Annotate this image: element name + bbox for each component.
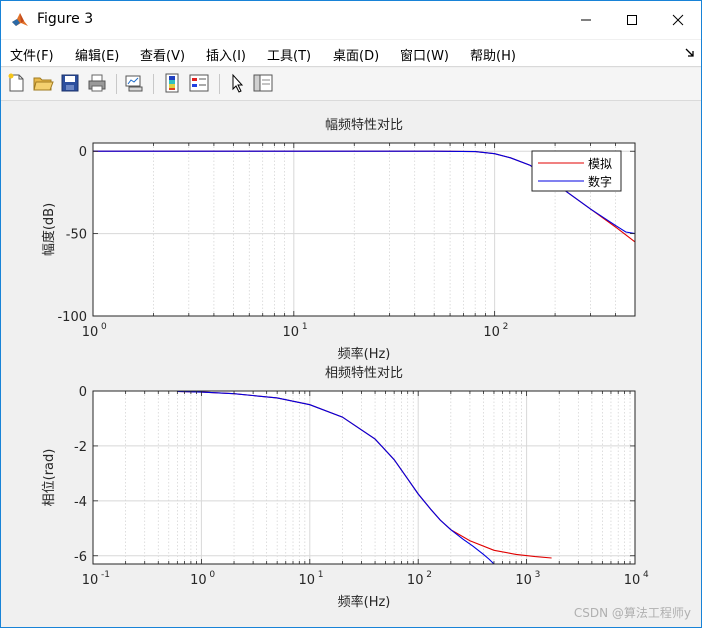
menu-bar: 文件(F) 编辑(E) 查看(V) 插入(I) 工具(T) 桌面(D) 窗口(W…	[1, 40, 701, 67]
legend-label-digital: 数字	[588, 174, 612, 189]
x-tick-label: 10	[82, 573, 99, 588]
save-icon[interactable]	[59, 72, 81, 94]
menu-view[interactable]: 查看(V)	[140, 45, 185, 64]
close-button[interactable]	[655, 1, 701, 39]
menu-edit[interactable]: 编辑(E)	[75, 45, 119, 64]
x-tick-exponent: 2	[426, 570, 432, 580]
x-tick-label: 10	[515, 573, 532, 588]
x-tick-label: 10	[283, 325, 300, 340]
x-tick-label: 10	[299, 573, 316, 588]
x-tick-exponent: -1	[101, 570, 110, 580]
matlab-logo-icon	[12, 13, 28, 26]
pointer-icon[interactable]	[227, 72, 249, 94]
figure-canvas: 0-50-10010 0 10 1 10 2 幅频特性对比 频率(Hz) 幅度(dB) 模…	[41, 118, 649, 610]
y-tick-label: 0	[79, 385, 87, 400]
toolbar-separator	[219, 74, 220, 94]
x-tick-exponent: 1	[302, 322, 308, 332]
x-tick-exponent: 1	[318, 570, 324, 580]
legend[interactable]: 模拟 数字	[531, 150, 622, 192]
x-tick-label: 10	[624, 573, 641, 588]
menu-window[interactable]: 窗口(W)	[400, 45, 449, 64]
y-tick-label: -100	[57, 310, 87, 325]
figure-window: Figure 3 文件(F) 编辑(E) 查看(V) 插入(I) 工具(T) 桌…	[0, 0, 702, 628]
phase-axes[interactable]: 0-2-4-610 -1 10 0 10 1 10 2 10 3 10 4 相频特性对比 频率(Hz)…	[42, 366, 649, 610]
legend-label-analog: 模拟	[588, 157, 612, 171]
link-plot-icon[interactable]	[123, 72, 145, 94]
y-tick-label: 0	[79, 145, 87, 160]
maximize-icon	[627, 15, 637, 25]
x-tick-label: 10	[82, 325, 99, 340]
x-tick-exponent: 3	[535, 570, 541, 580]
x-tick-exponent: 2	[503, 322, 509, 332]
phase-xlabel: 频率(Hz)	[338, 594, 391, 610]
new-figure-icon[interactable]	[5, 72, 27, 94]
minimize-icon	[581, 19, 591, 21]
x-tick-label: 10	[407, 573, 424, 588]
y-tick-label: -2	[74, 440, 87, 455]
magnitude-xlabel: 频率(Hz)	[338, 346, 391, 362]
minimize-button[interactable]	[563, 1, 609, 39]
x-tick-exponent: 0	[209, 570, 215, 580]
magnitude-ylabel: 幅度(dB)	[41, 203, 57, 256]
x-tick-label: 10	[483, 325, 500, 340]
toolbar	[1, 68, 701, 101]
maximize-button[interactable]	[609, 1, 655, 39]
insert-legend-icon[interactable]	[188, 72, 210, 94]
print-icon[interactable]	[86, 72, 108, 94]
plot-browser-icon[interactable]	[252, 72, 274, 94]
magnitude-title: 幅频特性对比	[325, 118, 403, 133]
insert-colorbar-icon[interactable]	[161, 72, 183, 94]
magnitude-axes[interactable]: 0-50-10010 0 10 1 10 2 幅频特性对比 频率(Hz) 幅度(dB) 模…	[41, 118, 636, 362]
menu-help[interactable]: 帮助(H)	[470, 45, 516, 64]
open-file-icon[interactable]	[32, 72, 54, 94]
y-tick-label: -4	[74, 495, 87, 510]
x-tick-exponent: 0	[101, 322, 107, 332]
x-tick-exponent: 4	[643, 570, 649, 580]
menu-desktop[interactable]: 桌面(D)	[333, 45, 379, 64]
y-tick-label: -50	[66, 228, 87, 243]
window-title: Figure 3	[37, 11, 94, 27]
phase-ylabel: 相位(rad)	[42, 449, 57, 507]
menu-insert[interactable]: 插入(I)	[206, 45, 246, 64]
phase-title: 相频特性对比	[325, 366, 403, 381]
menu-tools[interactable]: 工具(T)	[267, 45, 311, 64]
close-icon	[672, 14, 684, 26]
toolbar-separator	[153, 74, 154, 94]
title-bar[interactable]: Figure 3	[1, 1, 701, 39]
toolbar-separator	[116, 74, 117, 94]
menu-file[interactable]: 文件(F)	[10, 45, 54, 64]
dock-arrow-icon[interactable]	[685, 48, 695, 58]
phase-plot-area	[93, 391, 635, 564]
watermark: CSDN @算法工程师y	[573, 606, 691, 620]
y-tick-label: -6	[74, 550, 87, 565]
x-tick-label: 10	[190, 573, 207, 588]
